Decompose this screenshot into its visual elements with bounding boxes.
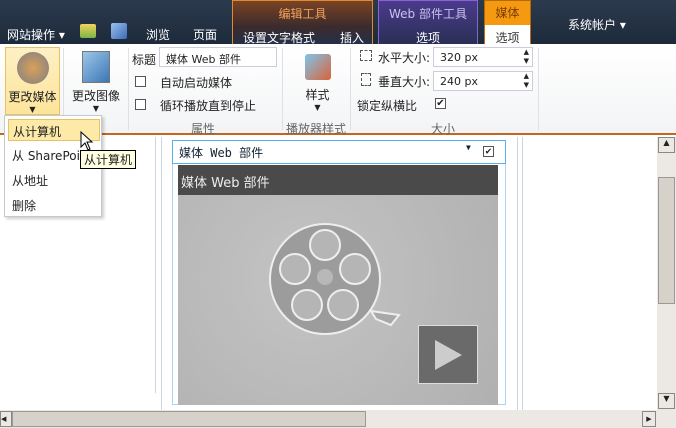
- vsize-spinner[interactable]: ▲ ▼: [524, 72, 529, 90]
- media-title-bar: 媒体 Web 部件: [178, 165, 498, 195]
- edit-tools-title: 编辑工具: [278, 7, 327, 21]
- group-label-size: 大小: [431, 122, 456, 136]
- tab-browse[interactable]: 浏览: [146, 26, 170, 43]
- user-menu[interactable]: 系统帐户 ▾: [568, 16, 626, 33]
- hscroll-thumb[interactable]: [12, 411, 366, 427]
- change-media-button[interactable]: 更改媒体 ▼: [5, 47, 60, 115]
- horizontal-scrollbar[interactable]: ◀ ▶: [0, 410, 676, 428]
- change-image-button[interactable]: 更改图像 ▼: [66, 47, 126, 115]
- styles-button[interactable]: 样式 ▼: [295, 47, 340, 112]
- media-tools-title: 媒体: [495, 6, 520, 20]
- tab-page[interactable]: 页面: [193, 26, 217, 43]
- play-icon: [435, 340, 462, 370]
- play-button[interactable]: [418, 325, 478, 384]
- menu-item-delete[interactable]: 删除: [8, 194, 100, 216]
- edit-page-icon[interactable]: [111, 23, 127, 39]
- top-bar: 网站操作 ▾ 浏览 页面 编辑工具 设置文字格式 插入 Web 部件工具 选项 …: [0, 0, 676, 46]
- site-actions-menu[interactable]: 网站操作 ▾: [7, 26, 65, 43]
- webpart-header-title: 媒体 Web 部件: [179, 146, 264, 160]
- scroll-down-button[interactable]: ▼: [658, 393, 675, 409]
- horizontal-size-icon: [360, 50, 372, 61]
- hsize-spinner[interactable]: ▲ ▼: [524, 48, 529, 66]
- lock-ratio-checkbox[interactable]: ✔: [435, 98, 446, 109]
- tab-media-options[interactable]: 选项: [484, 25, 531, 46]
- site-actions-label: 网站操作: [7, 28, 56, 42]
- menu-item-from-address[interactable]: 从地址: [8, 169, 100, 191]
- title-label: 标题: [132, 53, 157, 67]
- vertical-scrollbar[interactable]: ▲ ▼: [657, 137, 676, 410]
- hsize-value: 320 px: [440, 51, 478, 64]
- title-input[interactable]: 媒体 Web 部件: [159, 47, 277, 67]
- webpart-body: 媒体 Web 部件: [172, 164, 506, 405]
- loop-checkbox[interactable]: [135, 99, 146, 110]
- webpart-select-checkbox[interactable]: ✔: [483, 146, 494, 157]
- scroll-thumb[interactable]: [658, 177, 675, 304]
- change-media-label: 更改媒体: [8, 90, 57, 104]
- group-label-properties: 属性: [191, 122, 216, 136]
- user-name: 系统帐户: [568, 18, 617, 32]
- change-image-label: 更改图像: [71, 89, 120, 103]
- webpart-header[interactable]: 媒体 Web 部件 ▼ ✔: [172, 140, 506, 164]
- lock-ratio-label: 锁定纵横比: [357, 99, 418, 113]
- media-tools-group: 媒体 选项: [484, 0, 531, 46]
- vertical-size-icon: [361, 73, 371, 86]
- scroll-up-button[interactable]: ▲: [658, 137, 675, 153]
- vsize-label: 垂直大小:: [378, 75, 431, 89]
- media-player[interactable]: [178, 195, 498, 405]
- styles-icon: [304, 54, 331, 80]
- webpart-menu-dropdown[interactable]: ▼: [466, 143, 471, 152]
- webpart-tools-title: Web 部件工具: [389, 7, 467, 21]
- loop-label: 循环播放直到停止: [160, 99, 257, 113]
- styles-label: 样式: [305, 88, 330, 102]
- film-reel-icon: [16, 52, 49, 84]
- scroll-right-button[interactable]: ▶: [642, 411, 656, 427]
- group-label-player-styles: 播放器样式: [286, 122, 347, 136]
- vsize-value: 240 px: [440, 75, 478, 88]
- tooltip: 从计算机: [80, 150, 137, 169]
- autostart-checkbox[interactable]: [135, 76, 146, 87]
- navigate-up-icon[interactable]: [80, 24, 96, 38]
- vsize-input[interactable]: 240 px ▲ ▼: [433, 71, 533, 91]
- image-icon: [82, 51, 110, 83]
- webpart-tools-group: Web 部件工具 选项: [378, 0, 478, 45]
- edit-tools-group: 编辑工具 设置文字格式 插入: [232, 0, 373, 45]
- scroll-left-button[interactable]: ◀: [0, 411, 12, 427]
- hsize-label: 水平大小:: [378, 51, 431, 65]
- autostart-label: 自动启动媒体: [160, 76, 233, 90]
- mouse-cursor-icon: [80, 131, 94, 151]
- hsize-input[interactable]: 320 px ▲ ▼: [433, 47, 533, 67]
